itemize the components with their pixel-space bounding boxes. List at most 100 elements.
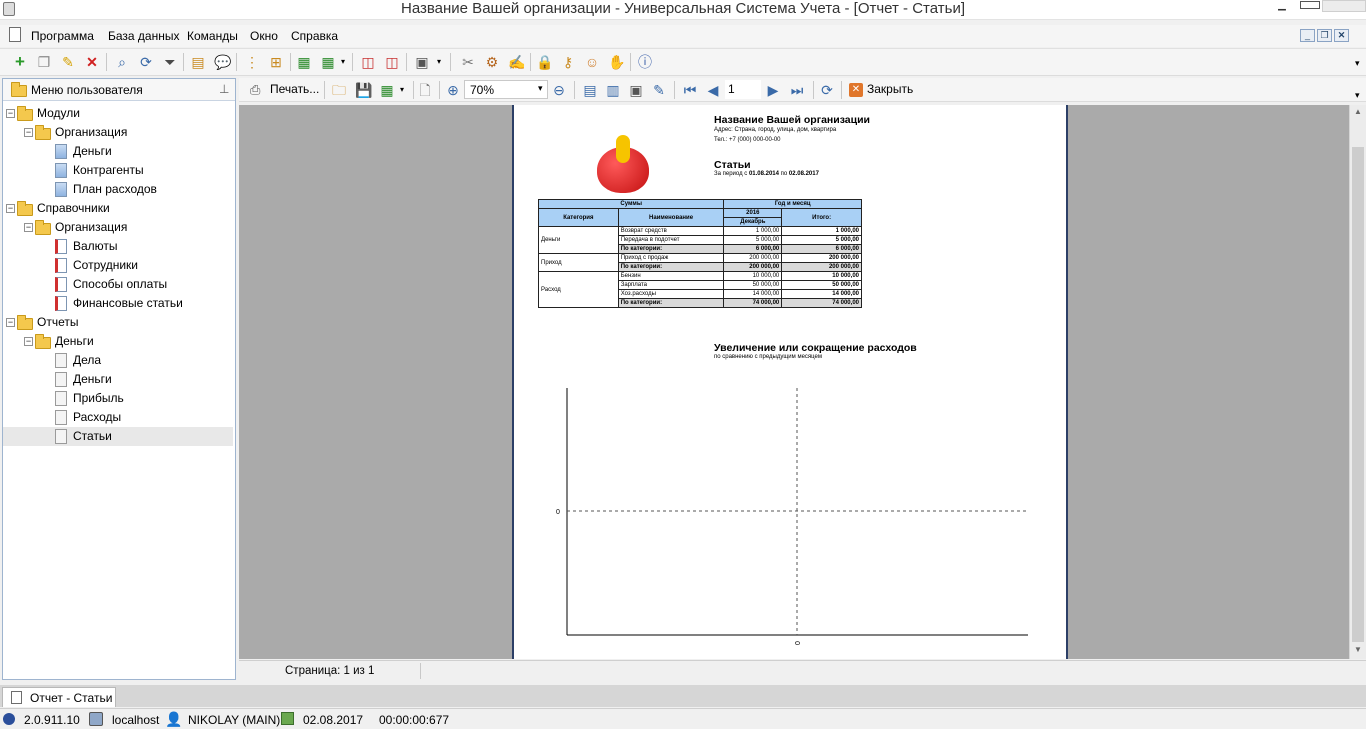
status-bar: 2.0.911.10 localhost 👤 NIKOLAY (MAIN) 02… <box>0 708 1366 729</box>
edit-page-icon[interactable]: ✎ <box>651 82 667 98</box>
hierarchy-icon[interactable]: ⊞ <box>268 54 284 70</box>
close-document-icon[interactable]: ◫ <box>384 54 400 70</box>
collapse-toggle-icon[interactable]: − <box>6 109 15 118</box>
mdi-minimize-icon[interactable]: _ <box>1300 29 1315 42</box>
close-window-button[interactable] <box>1322 0 1366 12</box>
users-icon[interactable]: ☺ <box>584 54 600 70</box>
print-button[interactable]: Печать... <box>270 82 319 96</box>
menu-commands[interactable]: Команды <box>187 28 238 44</box>
tools-icon[interactable]: ✂ <box>460 54 476 70</box>
toolbar-overflow-icon[interactable]: ▾ <box>1355 58 1360 69</box>
zoom-out-icon[interactable]: ⊖ <box>551 82 567 98</box>
tree-item[interactable]: − Модули <box>3 104 233 123</box>
thumbnails-icon[interactable]: ▥ <box>605 82 621 98</box>
delete-icon[interactable]: ✕ <box>84 54 100 70</box>
tree-item[interactable]: Деньги <box>3 370 233 389</box>
name-cell: Хоз.расходы <box>617 289 725 299</box>
page-setup-icon[interactable]: ▣ <box>628 82 644 98</box>
comment-icon[interactable]: 💬 <box>214 54 231 70</box>
menu-program[interactable]: Программа <box>31 28 94 44</box>
export-icon[interactable]: ▦ <box>379 82 395 98</box>
tree-item[interactable]: − Деньги <box>3 332 233 351</box>
refresh-icon[interactable]: ⟳ <box>138 54 154 70</box>
search-icon[interactable]: ⌕ <box>114 54 130 70</box>
tree-item[interactable]: Контрагенты <box>3 161 233 180</box>
hand-icon[interactable]: ✋ <box>608 54 625 70</box>
subtotal-label: По категории: <box>617 244 725 254</box>
notes-icon[interactable]: ✍ <box>508 54 525 70</box>
tree-item[interactable]: − Справочники <box>3 199 233 218</box>
tree-item[interactable]: Расходы <box>3 408 233 427</box>
page-number-input[interactable]: 1 <box>725 80 761 99</box>
dropdown-arrow-icon[interactable]: ▾ <box>335 54 351 70</box>
tree-item[interactable]: Статьи <box>3 427 233 446</box>
tree-item[interactable]: Финансовые статьи <box>3 294 233 313</box>
tree-item[interactable]: Деньги <box>3 142 233 161</box>
collapse-toggle-icon[interactable]: − <box>24 337 33 346</box>
maximize-window-icon[interactable] <box>1300 1 1320 9</box>
prev-page-icon[interactable]: ◀ <box>705 82 721 98</box>
group-icon[interactable]: ▤ <box>190 54 206 70</box>
first-page-icon[interactable]: ⏮ <box>682 82 698 98</box>
table-row: Деньги Возврат средств 1 000,00 1 000,00 <box>538 226 862 254</box>
outline-icon[interactable]: ▤ <box>582 82 598 98</box>
pin-icon[interactable]: ⊥ <box>219 82 229 96</box>
tree-item[interactable]: Дела <box>3 351 233 370</box>
menu-window[interactable]: Окно <box>250 28 278 44</box>
tree-item[interactable]: Сотрудники <box>3 256 233 275</box>
tab-report-articles[interactable]: Отчет - Статьи <box>2 687 116 707</box>
import-icon[interactable]: ▦ <box>320 54 336 70</box>
page-preview-icon[interactable]: 🗋 <box>417 82 433 98</box>
collapse-toggle-icon[interactable]: − <box>24 128 33 137</box>
report-toolbar-overflow-icon[interactable]: ▾ <box>1355 90 1360 101</box>
info-icon[interactable]: ⓘ <box>637 54 653 70</box>
tree-item[interactable]: − Организация <box>3 123 233 142</box>
menu-database[interactable]: База данных <box>108 28 179 44</box>
open-folder-icon[interactable]: 🗀 <box>331 82 347 98</box>
scroll-up-icon[interactable]: ▲ <box>1354 107 1362 116</box>
settings-icon[interactable]: ⚙ <box>484 54 500 70</box>
zoom-select[interactable]: 70% ▾ <box>464 80 548 99</box>
mdi-close-icon[interactable]: ✕ <box>1334 29 1349 42</box>
last-page-icon[interactable]: ⏭ <box>789 82 805 98</box>
lock-icon[interactable]: 🔒 <box>536 54 553 70</box>
next-page-icon[interactable]: ▶ <box>765 82 781 98</box>
key-icon[interactable]: ⚷ <box>560 54 576 70</box>
tree-item[interactable]: − Отчеты <box>3 313 233 332</box>
add-icon[interactable]: + <box>12 53 28 70</box>
collapse-toggle-icon[interactable]: − <box>6 318 15 327</box>
dropdown-arrow-icon[interactable]: ▾ <box>394 82 410 98</box>
windows-icon[interactable]: ▣ <box>414 54 430 70</box>
tree-item[interactable]: План расходов <box>3 180 233 199</box>
save-icon[interactable]: 💾 <box>355 82 372 98</box>
collapse-toggle-icon[interactable]: − <box>6 204 15 213</box>
dropdown-arrow-icon[interactable]: ▾ <box>431 54 447 70</box>
scroll-down-icon[interactable]: ▼ <box>1354 645 1362 654</box>
close-report-button[interactable]: Закрыть <box>867 82 913 96</box>
scroll-thumb[interactable] <box>1352 147 1364 642</box>
export-excel-icon[interactable]: ▦ <box>296 54 312 70</box>
tree-item[interactable]: Способы оплаты <box>3 275 233 294</box>
mdi-restore-icon[interactable]: ❐ <box>1317 29 1332 42</box>
new-window-icon[interactable]: ◫ <box>360 54 376 70</box>
zoom-in-icon[interactable]: ⊕ <box>445 82 461 98</box>
refresh-report-icon[interactable]: ⟳ <box>819 82 835 98</box>
minimize-window-icon[interactable]: ▁ <box>1272 0 1292 12</box>
total-cell: 50 000,00 <box>781 280 862 290</box>
tree-icon[interactable]: ⋮ <box>244 54 260 70</box>
vertical-scrollbar[interactable]: ▲ ▼ <box>1349 105 1366 659</box>
tree-item-label: Расходы <box>73 410 122 424</box>
user-label: NIKOLAY (MAIN) <box>188 713 281 727</box>
edit-icon[interactable]: ✎ <box>60 54 76 70</box>
tree-item[interactable]: Валюты <box>3 237 233 256</box>
copy-icon[interactable]: ❐ <box>36 54 52 70</box>
filter-icon[interactable]: ⏷ <box>162 54 178 70</box>
value-cell: 5 000,00 <box>723 235 783 245</box>
close-report-icon[interactable]: ✕ <box>849 83 863 97</box>
tree-item[interactable]: Прибыль <box>3 389 233 408</box>
tree-item[interactable]: − Организация <box>3 218 233 237</box>
menu-help[interactable]: Справка <box>291 28 338 44</box>
zoom-dropdown-arrow-icon[interactable]: ▾ <box>538 83 543 94</box>
header-total: Итого: <box>781 208 862 227</box>
collapse-toggle-icon[interactable]: − <box>24 223 33 232</box>
